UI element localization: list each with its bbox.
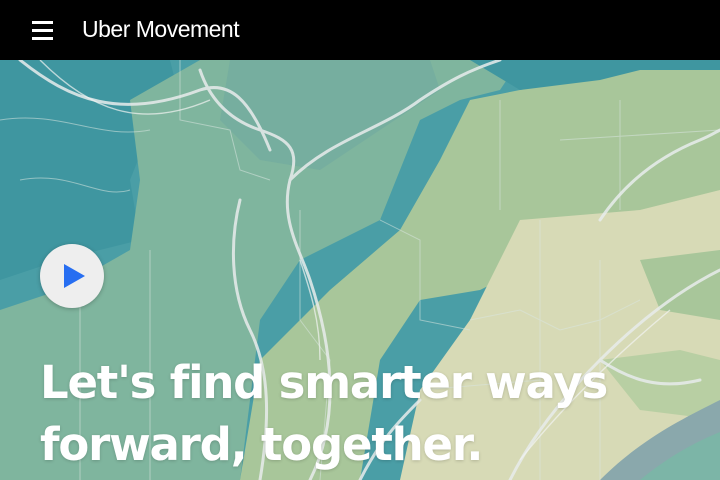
play-icon (64, 264, 85, 288)
headline-line-1: Let's find smarter ways (40, 356, 608, 409)
play-video-button[interactable] (40, 244, 104, 308)
hero-headline: Let's find smarter ways forward, togethe… (40, 352, 680, 476)
menu-bar-line (31, 20, 53, 24)
brand-logo-text[interactable]: Uber Movement (82, 14, 240, 44)
page: Uber Movement Let's find smarter ways fo… (0, 0, 720, 480)
hamburger-menu-icon[interactable] (26, 16, 58, 44)
headline-line-2: forward, together. (40, 418, 483, 471)
top-navigation-bar: Uber Movement (0, 0, 720, 60)
menu-bar-line (31, 28, 53, 32)
menu-bar-line (31, 36, 53, 40)
